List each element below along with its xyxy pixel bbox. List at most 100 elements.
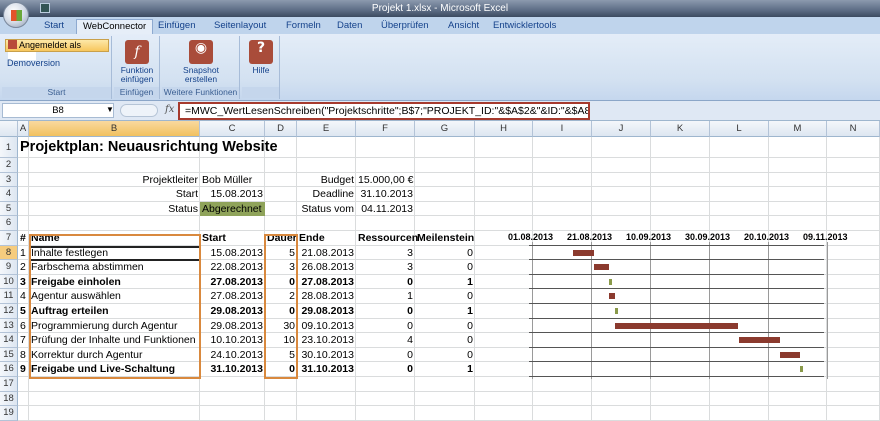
row-header-6[interactable]: 6 <box>0 216 18 231</box>
table-header: Name <box>31 232 60 244</box>
task-dauer: 0 <box>289 363 295 376</box>
spreadsheet-grid[interactable]: A B C D E F G H I J K L M N 1 2 3 4 5 6 7 8 9 10 11 12 13 14 15 16 17 1… <box>0 121 880 421</box>
row-header-11[interactable]: 11 <box>0 289 18 304</box>
column-header-m[interactable]: M <box>769 121 827 137</box>
row-header-8[interactable]: 8 <box>0 245 18 261</box>
column-header-i[interactable]: I <box>533 121 592 137</box>
task-ms: 0 <box>467 348 473 361</box>
row-header-17[interactable]: 17 <box>0 377 18 392</box>
tab-seitenlayout[interactable]: Seitenlayout <box>208 19 272 34</box>
column-header-d[interactable]: D <box>265 121 297 137</box>
task-ms: 1 <box>467 305 473 317</box>
tab-ansicht[interactable]: Ansicht <box>442 19 485 34</box>
column-header-j[interactable]: J <box>592 121 651 137</box>
name-box[interactable]: B8 <box>2 103 114 118</box>
title-bar: Projekt 1.xlsx - Microsoft Excel <box>0 0 880 17</box>
formula-zoom-handle[interactable] <box>120 104 158 117</box>
tab-daten[interactable]: Daten <box>331 19 368 34</box>
row-header-5[interactable]: 5 <box>0 201 18 217</box>
row-header-16[interactable]: 16 <box>0 362 18 377</box>
task-name: Auftrag erteilen <box>31 305 109 317</box>
task-ms: 0 <box>467 261 473 274</box>
row-header-15[interactable]: 15 <box>0 347 18 363</box>
tab-webconnector[interactable]: WebConnector <box>76 19 154 34</box>
group-label <box>242 87 279 98</box>
column-header-k[interactable]: K <box>651 121 710 137</box>
save-icon[interactable] <box>40 3 50 13</box>
start-label: Start <box>175 188 198 201</box>
formula-bar: B8 ▼ fx =MWC_WertLesenSchreiben("Projekt… <box>0 101 880 121</box>
column-header-g[interactable]: G <box>415 121 475 137</box>
task-name: Inhalte festlegen <box>31 246 109 259</box>
gantt-milestone <box>800 366 804 373</box>
tab-formeln[interactable]: Formeln <box>280 19 327 34</box>
column-header-n[interactable]: N <box>827 121 880 137</box>
task-ende: 21.08.2013 <box>301 246 354 259</box>
group-hilfe: ? Hilfe <box>242 36 280 99</box>
status-value: Abgerechnet <box>200 201 265 217</box>
task-ende: 27.08.2013 <box>301 275 354 288</box>
projektleiter-value: Bob Müller <box>202 173 253 186</box>
tab-überprüfen[interactable]: Überprüfen <box>375 19 435 34</box>
column-header-c[interactable]: C <box>200 121 265 137</box>
ribbon-tabs: Start WebConnector Einfügen Seitenlayout For… <box>0 17 880 34</box>
task-start: 27.08.2013 <box>210 290 263 303</box>
column-header-e[interactable]: E <box>297 121 356 137</box>
status-label: Status <box>168 202 198 215</box>
gantt-row-line <box>529 317 825 319</box>
formula-input[interactable]: =MWC_WertLesenSchreiben("Projektschritte… <box>178 102 590 120</box>
task-name: Farbschema abstimmen <box>31 261 144 274</box>
tab-entwicklertools[interactable]: Entwicklertools <box>487 19 562 34</box>
budget-value: 15.000,00 € <box>358 173 414 186</box>
row-header-9[interactable]: 9 <box>0 260 18 275</box>
row-header-4[interactable]: 4 <box>0 187 18 202</box>
task-name: Korrektur durch Agentur <box>31 348 143 361</box>
demo-label: Demoversion <box>7 58 61 68</box>
table-header: Meilenstein <box>417 232 475 244</box>
row-header-12[interactable]: 12 <box>0 304 18 319</box>
task-ende: 31.10.2013 <box>301 363 354 376</box>
row-header-2[interactable]: 2 <box>0 158 18 173</box>
gantt-bar <box>738 337 780 344</box>
namebox-dropdown-icon[interactable]: ▼ <box>106 105 114 114</box>
task-res: 0 <box>407 275 413 288</box>
task-start: 22.08.2013 <box>210 261 263 274</box>
task-id: 2 <box>20 261 26 274</box>
office-button[interactable] <box>3 2 29 28</box>
snapshot-button[interactable]: ◉ Snapshot erstellen <box>176 40 226 84</box>
deadline-label: Deadline <box>312 188 354 201</box>
tab-start[interactable]: Start <box>38 19 70 34</box>
login-button[interactable]: Angemeldet als <box>5 39 109 60</box>
row-header-1[interactable]: 1 <box>0 137 18 158</box>
row-header-19[interactable]: 19 <box>0 406 18 421</box>
budget-label: Budget <box>320 173 354 186</box>
status-vom-value: 04.11.2013 <box>361 202 413 215</box>
function-icon: f <box>125 40 149 64</box>
gantt-axis-label: 21.08.2013 <box>567 232 613 242</box>
funktion-einfuegen-button[interactable]: f Funktion einfügen <box>117 40 157 84</box>
column-header-l[interactable]: L <box>710 121 769 137</box>
gantt-axis-label: 20.10.2013 <box>744 232 790 242</box>
row-header-13[interactable]: 13 <box>0 318 18 334</box>
select-all-corner[interactable] <box>0 121 18 137</box>
row-header-18[interactable]: 18 <box>0 391 18 407</box>
task-ms: 1 <box>467 275 473 288</box>
hilfe-button[interactable]: ? Hilfe <box>248 40 274 75</box>
status-vom-label: Status vom <box>301 202 354 215</box>
fx-icon[interactable]: fx <box>165 104 174 115</box>
column-header-h[interactable]: H <box>475 121 533 137</box>
row-header-7[interactable]: 7 <box>0 231 18 246</box>
row-header-10[interactable]: 10 <box>0 274 18 290</box>
column-header-f[interactable]: F <box>356 121 415 137</box>
task-start: 10.10.2013 <box>210 334 263 347</box>
task-ende: 23.10.2013 <box>301 334 354 347</box>
tab-einfügen[interactable]: Einfügen <box>152 19 202 34</box>
task-ende: 09.10.2013 <box>301 319 354 332</box>
row-header-14[interactable]: 14 <box>0 333 18 348</box>
row-header-3[interactable]: 3 <box>0 172 18 188</box>
column-header-b[interactable]: B <box>29 121 200 137</box>
task-res: 1 <box>407 290 413 303</box>
deadline-value: 31.10.2013 <box>360 188 413 201</box>
task-ms: 0 <box>467 319 473 332</box>
column-header-a[interactable]: A <box>18 121 29 137</box>
